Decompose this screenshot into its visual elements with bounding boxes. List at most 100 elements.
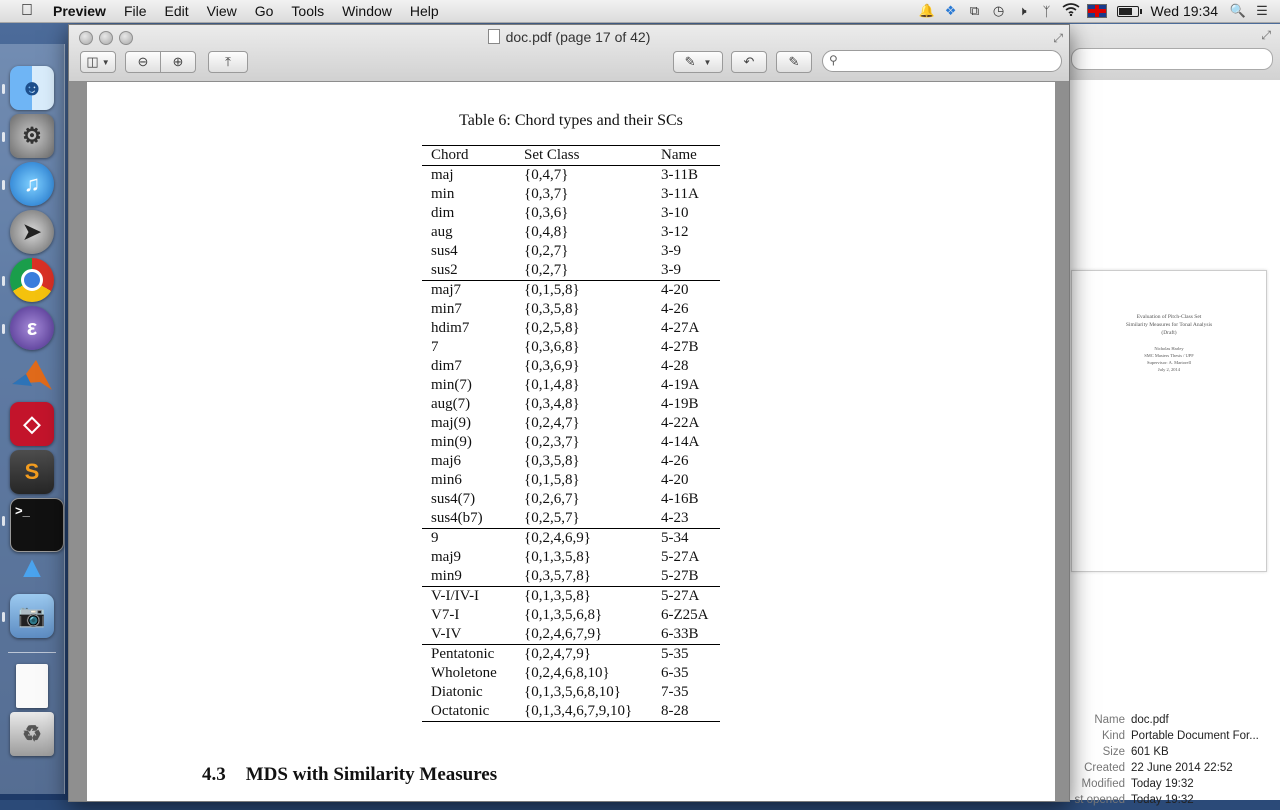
- spotlight-search-icon[interactable]: 🔍: [1226, 3, 1250, 19]
- input-source-flag-icon[interactable]: [1086, 4, 1107, 18]
- document-stack-icon[interactable]: [16, 664, 48, 708]
- markup-button[interactable]: ✎ ▼: [673, 51, 723, 73]
- system-preferences-icon[interactable]: ⚙: [10, 114, 54, 158]
- name-cell: 3-11B: [652, 165, 720, 185]
- table-row: min(7) {0,1,4,8} 4-19A: [422, 376, 720, 395]
- dropbox-icon[interactable]: ❖: [939, 3, 963, 19]
- chord-cell: sus2: [431, 262, 458, 278]
- fullscreen-icon[interactable]: ⤢: [1261, 28, 1271, 43]
- zoom-in-button[interactable]: ⊕: [160, 51, 196, 73]
- menu-tools[interactable]: Tools: [282, 0, 333, 22]
- bluetooth-icon[interactable]: ᛉ: [1035, 4, 1059, 19]
- preview-window: doc.pdf (page 17 of 42) ⤢ ◫ ▼ ⊖ ⊕ ⤒ ✎ ▼ ↶ …: [68, 24, 1070, 802]
- notification-bell-icon[interactable]: 🔔: [915, 3, 939, 19]
- terminal-icon[interactable]: >_: [10, 498, 64, 552]
- name-cell: 4-27B: [661, 339, 699, 355]
- name-cell: 3-10: [661, 205, 689, 221]
- table-row: min {0,3,7} 3-11A: [422, 185, 720, 204]
- info-key: Name: [1094, 714, 1125, 726]
- menu-help[interactable]: Help: [401, 0, 448, 22]
- menu-view[interactable]: View: [198, 0, 246, 22]
- name-cell: 3-9: [661, 262, 681, 278]
- preview-icon[interactable]: 📷: [10, 594, 54, 638]
- launchpad-icon[interactable]: ➤: [10, 210, 54, 254]
- background-window-pane: Evaluation of Pitch-Class Set Similarity…: [1061, 80, 1280, 806]
- keynote-icon[interactable]: ▲: [10, 546, 54, 590]
- background-search-field[interactable]: [1071, 48, 1273, 70]
- name-cell: 5-27A: [661, 549, 700, 565]
- menu-file[interactable]: File: [115, 0, 156, 22]
- name-cell: 3-11A: [661, 186, 699, 202]
- apple-icon[interactable]: : [16, 2, 38, 20]
- itunes-icon[interactable]: ♫: [10, 162, 54, 206]
- sublime-text-icon[interactable]: S: [10, 450, 54, 494]
- pen-icon: ✎: [684, 54, 696, 69]
- menu-bar:  Preview File Edit View Go Tools Window…: [0, 0, 1280, 23]
- info-value: doc.pdf: [1131, 714, 1169, 726]
- name-cell: 4-19A: [661, 377, 700, 393]
- chord-cell: maj9: [431, 549, 461, 565]
- chord-cell: maj6: [431, 453, 461, 469]
- info-value: Today 19:32: [1131, 778, 1194, 790]
- chord-cell: Wholetone: [431, 665, 497, 681]
- set-class-cell: {0,1,4,8}: [524, 377, 580, 393]
- set-class-cell: {0,3,7}: [524, 186, 569, 202]
- name-cell: 7-35: [661, 684, 689, 700]
- table-row: maj7 {0,1,5,8} 4-20: [422, 280, 720, 300]
- sidebar-view-button[interactable]: ◫ ▼: [80, 51, 116, 73]
- table-row: min(9) {0,2,3,7} 4-14A: [422, 433, 720, 452]
- menu-app-preview[interactable]: Preview: [44, 0, 115, 22]
- menu-go[interactable]: Go: [246, 0, 283, 22]
- chrome-icon[interactable]: [10, 258, 54, 302]
- set-class-cell: {0,1,3,5,6,8,10}: [524, 684, 621, 700]
- table-row: min9 {0,3,5,7,8} 5-27B: [422, 567, 720, 587]
- table-row: Diatonic {0,1,3,5,6,8,10} 7-35: [422, 683, 720, 702]
- chord-cell: hdim7: [431, 320, 470, 336]
- table-row: sus4 {0,2,7} 3-9: [422, 242, 720, 261]
- table-row: V-I/IV-I {0,1,3,5,8} 5-27A: [422, 586, 720, 606]
- chord-cell: Diatonic: [431, 684, 483, 700]
- fullscreen-icon[interactable]: ⤢: [1053, 31, 1063, 46]
- set-class-cell: {0,2,3,7}: [524, 434, 580, 450]
- window-manager-icon[interactable]: ⧉: [963, 3, 987, 19]
- chord-cell: V7-I: [431, 607, 460, 623]
- zoom-out-button[interactable]: ⊖: [125, 51, 161, 73]
- info-key: st opened: [1074, 794, 1125, 806]
- table-caption: Table 6: Chord types and their SCs: [459, 112, 683, 129]
- battery-icon[interactable]: [1116, 5, 1142, 17]
- table-row: dim7 {0,3,6,9} 4-28: [422, 357, 720, 376]
- emacs-icon[interactable]: ε: [10, 306, 54, 350]
- finder-icon[interactable]: ☻: [10, 66, 54, 110]
- page-thumbnail[interactable]: Evaluation of Pitch-Class Set Similarity…: [1071, 270, 1267, 572]
- set-class-cell: {0,2,6,7}: [524, 491, 580, 507]
- name-cell: 4-16B: [661, 491, 699, 507]
- chord-cell: sus4(b7): [431, 510, 483, 526]
- table-row: maj9 {0,1,3,5,8} 5-27A: [422, 548, 720, 567]
- section-number: 4.3: [202, 764, 226, 785]
- thumbnail-title-line: Similarity Measures for Tonal Analysis: [1125, 322, 1213, 328]
- table-row: maj {0,4,7} 3-11B: [422, 165, 720, 185]
- notification-center-icon[interactable]: ☰: [1250, 3, 1274, 19]
- table-row: sus4(b7) {0,2,5,7} 4-23: [422, 509, 720, 529]
- trash-icon[interactable]: ♻: [10, 712, 54, 756]
- volume-icon[interactable]: 🕨: [1011, 3, 1035, 19]
- edit-toolbar-button[interactable]: ✎: [776, 51, 812, 73]
- name-cell: 4-20: [652, 280, 720, 300]
- pdf-document-icon: [487, 29, 500, 44]
- menu-window[interactable]: Window: [333, 0, 401, 22]
- mendeley-icon[interactable]: ◇: [10, 402, 54, 446]
- table-row: Wholetone {0,2,4,6,8,10} 6-35: [422, 664, 720, 683]
- menu-edit[interactable]: Edit: [156, 0, 198, 22]
- search-input[interactable]: ⚲: [822, 50, 1062, 72]
- thumbnail-author-line: SMC Masters Thesis / UPF: [1144, 353, 1194, 358]
- menubar-clock[interactable]: Wed 19:34: [1145, 3, 1226, 19]
- document-view[interactable]: Table 6: Chord types and their SCs Chord…: [69, 82, 1069, 801]
- matlab-icon[interactable]: [10, 354, 54, 398]
- time-machine-icon[interactable]: ◷: [987, 3, 1011, 19]
- rotate-button[interactable]: ↶: [731, 51, 767, 73]
- window-titlebar: doc.pdf (page 17 of 42) ⤢ ◫ ▼ ⊖ ⊕ ⤒ ✎ ▼ ↶ …: [69, 25, 1069, 82]
- wifi-icon[interactable]: [1059, 3, 1083, 19]
- background-preview-window[interactable]: ⤢ Evaluation of Pitch-Class Set Similari…: [1060, 24, 1280, 806]
- share-button[interactable]: ⤒: [208, 51, 248, 73]
- chord-cell: sus4(7): [431, 491, 476, 507]
